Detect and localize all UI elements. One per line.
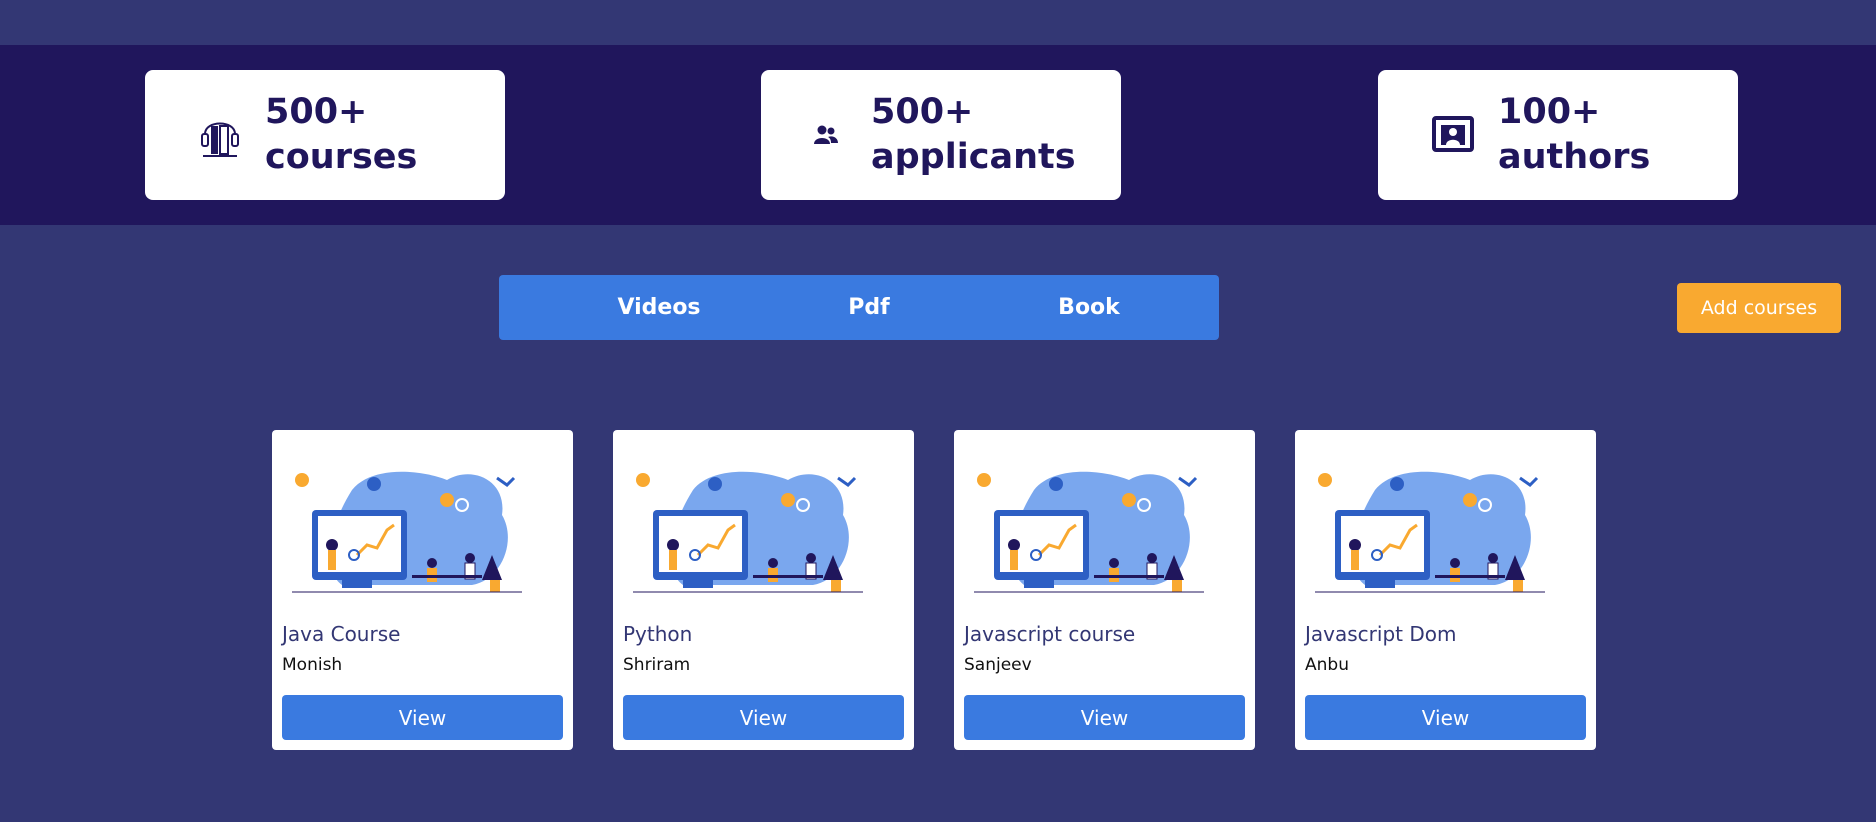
course-card: Java Course Monish View xyxy=(272,430,573,750)
course-illustration xyxy=(1315,471,1545,593)
stat-card-applicants: 500+ applicants xyxy=(761,70,1121,200)
course-author: Anbu xyxy=(1305,655,1349,675)
stat-number: 100+ xyxy=(1498,92,1601,132)
course-title: Java Course xyxy=(282,622,401,646)
course-author: Monish xyxy=(282,655,343,675)
view-button[interactable]: View xyxy=(282,695,563,740)
stat-label: authors xyxy=(1498,137,1651,177)
view-button[interactable]: View xyxy=(964,695,1245,740)
stats-band: 500+ courses 500+ applicants 100+ author… xyxy=(0,45,1876,225)
course-illustration xyxy=(633,471,863,593)
stat-card-courses: 500+ courses xyxy=(145,70,505,200)
course-title: Javascript Dom xyxy=(1305,622,1457,646)
course-card: Python Shriram View xyxy=(613,430,914,750)
course-author: Shriram xyxy=(623,655,691,675)
course-illustration xyxy=(292,471,522,593)
tab-videos[interactable]: Videos xyxy=(579,275,739,340)
course-title: Python xyxy=(623,622,693,646)
stat-label: courses xyxy=(265,137,418,177)
course-card: Javascript course Sanjeev View xyxy=(954,430,1255,750)
tab-book[interactable]: Book xyxy=(1009,275,1169,340)
add-courses-button[interactable]: Add courses xyxy=(1677,283,1841,333)
view-button[interactable]: View xyxy=(623,695,904,740)
course-title: Javascript course xyxy=(964,622,1136,646)
course-illustration xyxy=(974,471,1204,593)
view-button[interactable]: View xyxy=(1305,695,1586,740)
stat-card-authors: 100+ authors xyxy=(1378,70,1738,200)
author-portrait-icon xyxy=(1428,110,1478,160)
course-card: Javascript Dom Anbu View xyxy=(1295,430,1596,750)
stat-number: 500+ xyxy=(265,92,368,132)
content-type-tabs: Videos Pdf Book xyxy=(499,275,1219,340)
course-author: Sanjeev xyxy=(964,655,1032,675)
tab-pdf[interactable]: Pdf xyxy=(789,275,949,340)
stat-label: applicants xyxy=(871,137,1076,177)
stat-number: 500+ xyxy=(871,92,974,132)
users-icon xyxy=(801,110,851,160)
book-headphones-icon xyxy=(195,110,245,160)
